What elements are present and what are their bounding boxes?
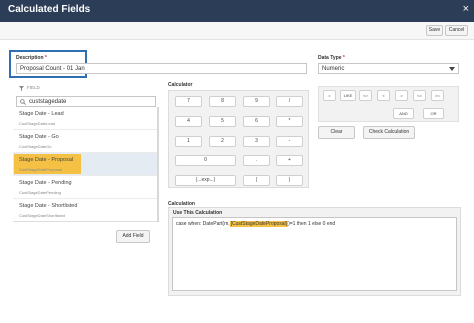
formula-field-token: [CustStageDateProposal] [229,221,289,227]
field-key: CustStageDateGo [19,144,52,149]
list-item[interactable]: Stage Date - Pending CustStageDatePendin… [13,176,157,199]
key-5[interactable]: 5 [209,116,236,127]
data-type-label: Data Type * [318,55,345,61]
field-name: Stage Date - Pending [19,180,72,186]
key-left-paren[interactable]: ( [243,175,270,186]
search-icon [20,99,26,105]
action-bar: Save Cancel [0,22,474,40]
filter-icon [19,86,24,91]
operator-pad: = LIKE <> < > <= >= AND OR [318,86,459,122]
chevron-down-icon [449,67,455,71]
calculator-pad: 7 8 9 / 4 5 6 * 1 2 3 - 0 . + (...exp...… [168,90,309,188]
key-7[interactable]: 7 [175,96,202,107]
key-minus[interactable]: - [276,136,303,147]
op-greater-equal[interactable]: >= [431,90,444,101]
op-equals[interactable]: = [323,90,336,101]
field-search-input[interactable]: custstagedate [16,96,156,107]
op-greater-than[interactable]: > [395,90,408,101]
field-name: Stage Date - Proposal [19,157,74,163]
calculation-panel: Use This Calculation case when: DatePart… [168,207,461,296]
window-title: Calculated Fields [8,4,91,15]
op-like[interactable]: LIKE [340,90,356,101]
field-name: Stage Date - Lead [19,111,64,117]
required-marker: * [44,55,47,61]
key-2[interactable]: 2 [209,136,236,147]
description-label: Description * [16,55,47,61]
field-name: Stage Date - Go [19,134,59,140]
data-type-value: Numeric [322,66,345,72]
required-marker: * [342,55,345,61]
key-8[interactable]: 8 [209,96,236,107]
op-or[interactable]: OR [423,108,444,119]
list-item[interactable]: Stage Date - Shortlisted CustStageDateSh… [13,199,157,222]
key-1[interactable]: 1 [175,136,202,147]
check-calculation-button[interactable]: Check Calculation [363,126,415,139]
op-not-equal[interactable]: <> [359,90,372,101]
key-decimal[interactable]: . [243,155,270,166]
save-button[interactable]: Save [426,25,443,36]
description-input[interactable]: Proposal Count - 01 Jan [16,63,307,74]
op-and[interactable]: AND [393,108,414,119]
field-key: CustStageDateShortlisted [19,213,66,218]
key-3[interactable]: 3 [243,136,270,147]
field-key: CustStageDatePending [19,190,61,195]
formula-suffix: )=1 then 1 else 0 end [288,221,336,227]
list-item-selected[interactable]: Stage Date - Proposal CustStageDatePropo… [13,153,157,176]
op-less-than[interactable]: < [377,90,390,101]
key-4[interactable]: 4 [175,116,202,127]
key-expression[interactable]: (...exp...) [175,175,236,186]
title-bar: Calculated Fields × [0,0,474,22]
key-divide[interactable]: / [276,96,303,107]
clear-button[interactable]: Clear [318,126,355,139]
field-header: FIELD [27,85,40,90]
cancel-button[interactable]: Cancel [445,25,468,36]
field-key: CustStageDateLead [19,121,56,126]
key-multiply[interactable]: * [276,116,303,127]
key-plus[interactable]: + [276,155,303,166]
key-right-paren[interactable]: ) [276,175,303,186]
op-less-equal[interactable]: <= [413,90,426,101]
calculator-label: Calculator [168,82,193,88]
list-item[interactable]: Stage Date - Go CustStageDateGo [13,130,157,153]
field-list-scrollbar[interactable] [157,107,159,222]
field-search-value: custstagedate [29,99,67,105]
list-item[interactable]: Stage Date - Lead CustStageDateLead [13,107,157,130]
key-0[interactable]: 0 [175,155,236,166]
calculation-textarea[interactable]: case when: DatePart(m,[CustStageDateProp… [172,217,457,291]
close-icon[interactable]: × [463,3,469,15]
use-calculation-label: Use This Calculation [173,210,223,216]
formula-prefix: case when: DatePart(m, [176,221,230,227]
add-field-button[interactable]: Add Field [116,230,150,243]
key-6[interactable]: 6 [243,116,270,127]
key-9[interactable]: 9 [243,96,270,107]
field-key: CustStageDateProposal [19,167,62,172]
data-type-select[interactable]: Numeric [318,63,459,74]
field-name: Stage Date - Shortlisted [19,203,78,209]
